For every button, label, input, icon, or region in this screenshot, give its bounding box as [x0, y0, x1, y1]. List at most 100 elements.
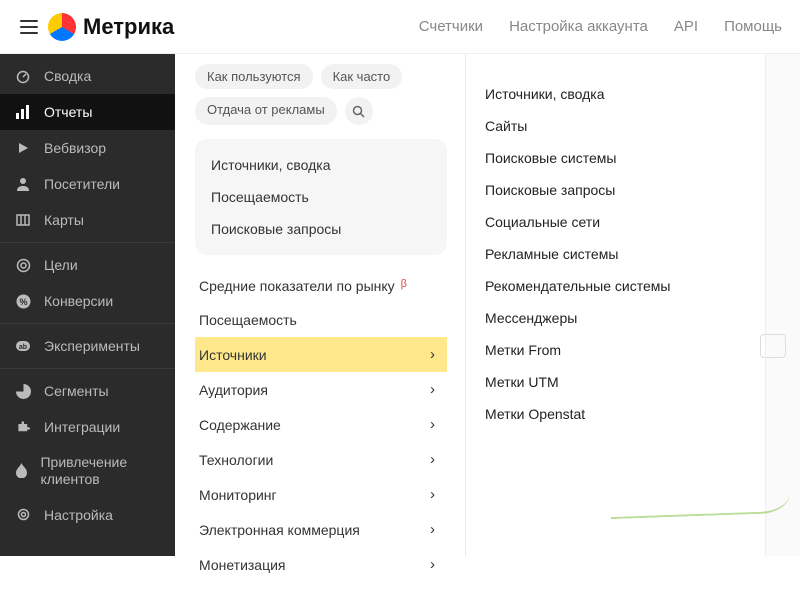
- column-divider: [465, 54, 466, 556]
- report-audience[interactable]: Аудитория ›: [195, 372, 447, 407]
- report-label: Источники: [199, 347, 267, 363]
- play-icon: [14, 139, 32, 157]
- beta-badge: β: [401, 278, 407, 290]
- nav-counters[interactable]: Счетчики: [419, 18, 483, 35]
- sidebar-item-acquisition[interactable]: Привлечение клиентов: [0, 445, 175, 497]
- chevron-right-icon: ›: [430, 486, 435, 503]
- sidebar-item-label: Сводка: [44, 68, 91, 84]
- svg-text:%: %: [19, 297, 27, 307]
- submenu-search-engines[interactable]: Поисковые системы: [485, 142, 745, 174]
- bg-control: [760, 334, 786, 358]
- report-monetization[interactable]: Монетизация ›: [195, 547, 447, 582]
- report-sources[interactable]: Источники ›: [195, 337, 447, 372]
- chart-line: [609, 473, 790, 519]
- sidebar-item-integrations[interactable]: Интеграции: [0, 409, 175, 445]
- sidebar: Сводка Отчеты Вебвизор Посетители Карты: [0, 54, 175, 556]
- submenu-sites[interactable]: Сайты: [485, 110, 745, 142]
- submenu-ad-systems[interactable]: Рекламные системы: [485, 238, 745, 270]
- report-monitoring[interactable]: Мониторинг ›: [195, 477, 447, 512]
- brand-name: Метрика: [83, 14, 174, 40]
- chip-how-use[interactable]: Как пользуются: [195, 64, 313, 89]
- sidebar-item-label: Конверсии: [44, 293, 113, 309]
- chip-ad-return[interactable]: Отдача от рекламы: [195, 97, 337, 125]
- chevron-right-icon: ›: [430, 451, 435, 468]
- submenu-messengers[interactable]: Мессенджеры: [485, 302, 745, 334]
- sidebar-item-label: Сегменты: [44, 383, 109, 399]
- sources-submenu: Источники, сводка Сайты Поисковые систем…: [485, 78, 745, 430]
- report-label: Монетизация: [199, 557, 286, 573]
- sidebar-item-label: Интеграции: [44, 419, 120, 435]
- report-market-avg[interactable]: Средние показатели по рынку β: [195, 269, 447, 303]
- submenu-social[interactable]: Социальные сети: [485, 206, 745, 238]
- chip-how-often[interactable]: Как часто: [321, 64, 403, 89]
- report-ecommerce[interactable]: Электронная коммерция ›: [195, 512, 447, 547]
- sidebar-item-label: Эксперименты: [44, 338, 140, 354]
- report-content[interactable]: Содержание ›: [195, 407, 447, 442]
- sidebar-item-label: Карты: [44, 212, 84, 228]
- chevron-right-icon: ›: [430, 521, 435, 538]
- sidebar-item-experiments[interactable]: ab Эксперименты: [0, 328, 175, 364]
- sidebar-item-label: Цели: [44, 257, 78, 273]
- chevron-right-icon: ›: [430, 416, 435, 433]
- report-label: Аудитория: [199, 382, 268, 398]
- pie-icon: [14, 382, 32, 400]
- search-icon: [352, 105, 365, 118]
- report-label: Мониторинг: [199, 487, 277, 503]
- sidebar-item-webvisor[interactable]: Вебвизор: [0, 130, 175, 166]
- chevron-right-icon: ›: [430, 556, 435, 573]
- hamburger-menu[interactable]: [12, 12, 46, 42]
- nav-account[interactable]: Настройка аккаунта: [509, 18, 648, 35]
- report-label: Технологии: [199, 452, 273, 468]
- brand-logo[interactable]: Метрика: [48, 13, 174, 41]
- target-icon: [14, 256, 32, 274]
- recent-panel: Источники, сводка Посещаемость Поисковые…: [195, 139, 447, 255]
- sidebar-item-segments[interactable]: Сегменты: [0, 373, 175, 409]
- report-visits[interactable]: Посещаемость: [195, 303, 447, 337]
- recent-sources-summary[interactable]: Источники, сводка: [211, 149, 431, 181]
- report-label: Средние показатели по рынку: [199, 278, 395, 294]
- logo-icon: [48, 13, 76, 41]
- ab-icon: ab: [14, 337, 32, 355]
- sidebar-item-reports[interactable]: Отчеты: [0, 94, 175, 130]
- percent-icon: %: [14, 292, 32, 310]
- gear-icon: [14, 506, 32, 524]
- map-icon: [14, 211, 32, 229]
- sidebar-item-settings[interactable]: Настройка: [0, 497, 175, 533]
- sidebar-item-conversions[interactable]: % Конверсии: [0, 283, 175, 319]
- sidebar-item-visitors[interactable]: Посетители: [0, 166, 175, 202]
- report-menu-column: Как пользуются Как часто Отдача от рекла…: [175, 54, 465, 592]
- recent-search-queries[interactable]: Поисковые запросы: [211, 213, 431, 245]
- sidebar-item-maps[interactable]: Карты: [0, 202, 175, 238]
- submenu-sources-summary[interactable]: Источники, сводка: [485, 78, 745, 110]
- sidebar-item-goals[interactable]: Цели: [0, 247, 175, 283]
- sidebar-item-summary[interactable]: Сводка: [0, 58, 175, 94]
- report-label: Посещаемость: [199, 312, 297, 328]
- sidebar-item-label: Отчеты: [44, 104, 92, 120]
- recent-visits[interactable]: Посещаемость: [211, 181, 431, 213]
- report-label: Содержание: [199, 417, 281, 433]
- chip-search[interactable]: [345, 97, 373, 125]
- submenu-from-tags[interactable]: Метки From: [485, 334, 745, 366]
- flame-icon: [14, 462, 28, 480]
- submenu-search-queries[interactable]: Поисковые запросы: [485, 174, 745, 206]
- person-icon: [14, 175, 32, 193]
- sidebar-item-label: Настройка: [44, 507, 113, 523]
- header: Метрика Счетчики Настройка аккаунта API …: [0, 0, 800, 54]
- puzzle-icon: [14, 418, 32, 436]
- report-technologies[interactable]: Технологии ›: [195, 442, 447, 477]
- main: Как пользуются Как часто Отдача от рекла…: [175, 54, 800, 556]
- sidebar-item-label: Посетители: [44, 176, 120, 192]
- header-nav: Счетчики Настройка аккаунта API Помощь: [419, 18, 788, 35]
- submenu-recommendation[interactable]: Рекомендательные системы: [485, 270, 745, 302]
- chevron-right-icon: ›: [430, 346, 435, 363]
- submenu-utm-tags[interactable]: Метки UTM: [485, 366, 745, 398]
- nav-api[interactable]: API: [674, 18, 698, 35]
- speedometer-icon: [14, 67, 32, 85]
- background-content: [765, 54, 800, 556]
- submenu-openstat-tags[interactable]: Метки Openstat: [485, 398, 745, 430]
- report-label: Электронная коммерция: [199, 522, 360, 538]
- chips-row: Как пользуются Как часто Отдача от рекла…: [195, 64, 447, 125]
- nav-help[interactable]: Помощь: [724, 18, 782, 35]
- sidebar-item-label: Привлечение клиентов: [40, 454, 161, 488]
- sidebar-item-label: Вебвизор: [44, 140, 106, 156]
